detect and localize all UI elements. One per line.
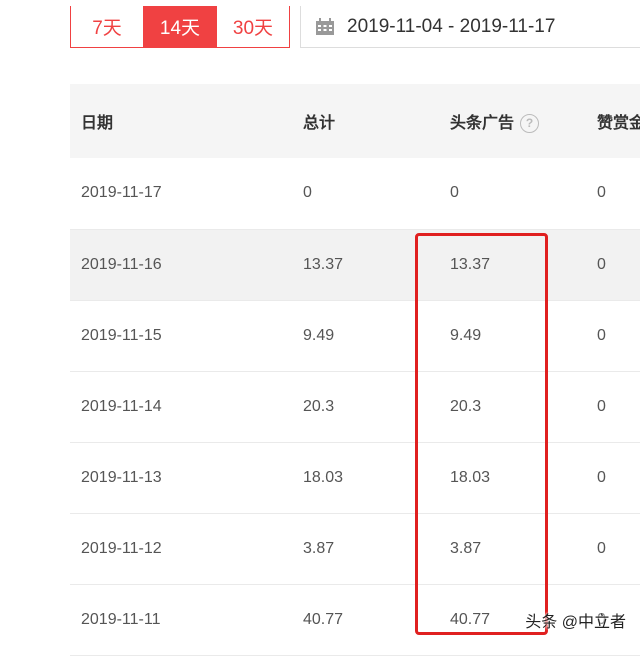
date-range-picker[interactable]: 2019-11-04 - 2019-11-17 bbox=[300, 6, 640, 48]
cell-total: 13.37 bbox=[303, 255, 344, 273]
watermark: 头条 @中立者 bbox=[525, 614, 626, 631]
question-circle-icon[interactable]: ? bbox=[520, 114, 540, 134]
cell-tip: 0 bbox=[597, 397, 606, 415]
cell-tip: 0 bbox=[597, 184, 606, 202]
cell-date: 2019-11-11 bbox=[81, 610, 161, 628]
cell-total: 40.77 bbox=[303, 610, 344, 628]
cell-total: 18.03 bbox=[303, 468, 344, 486]
range-7-days-button[interactable]: 7天 bbox=[71, 6, 143, 47]
table-header-row: 日期 总计 头条广告? 赞赏金 bbox=[70, 84, 640, 158]
cell-tip: 0 bbox=[597, 539, 606, 557]
cell-ad: 3.87 bbox=[450, 539, 482, 557]
table-row: 2019-11-15 9.49 9.49 0 bbox=[70, 300, 640, 371]
table-row: 2019-11-17 0 0 0 bbox=[70, 158, 640, 229]
range-30-days-button[interactable]: 30天 bbox=[216, 6, 289, 47]
cell-tip: 0 bbox=[597, 255, 606, 273]
range-14-days-button[interactable]: 14天 bbox=[143, 6, 216, 47]
table-row: 2019-11-16 13.37 13.37 0 bbox=[70, 229, 640, 300]
header-date: 日期 bbox=[81, 115, 114, 132]
cell-date: 2019-11-15 bbox=[81, 326, 162, 344]
header-total: 总计 bbox=[303, 115, 336, 132]
table-row: 2019-11-13 18.03 18.03 0 bbox=[70, 442, 640, 513]
cell-total: 0 bbox=[303, 184, 312, 202]
cell-total: 20.3 bbox=[303, 397, 335, 415]
cell-ad: 20.3 bbox=[450, 397, 482, 415]
cell-date: 2019-11-13 bbox=[81, 468, 162, 486]
cell-ad: 0 bbox=[450, 184, 459, 202]
table-row: 2019-11-12 3.87 3.87 0 bbox=[70, 513, 640, 584]
cell-tip: 0 bbox=[597, 468, 606, 486]
cell-ad: 18.03 bbox=[450, 468, 491, 486]
cell-date: 2019-11-16 bbox=[81, 255, 162, 273]
table-row: 2019-11-14 20.3 20.3 0 bbox=[70, 371, 640, 442]
header-ad-label: 头条广告 bbox=[450, 114, 515, 132]
cell-date: 2019-11-17 bbox=[81, 184, 162, 202]
header-tip: 赞赏金 bbox=[597, 115, 640, 132]
cell-total: 3.87 bbox=[303, 539, 335, 557]
cell-tip: 0 bbox=[597, 326, 606, 344]
range-selector: 7天 14天 30天 bbox=[70, 6, 290, 48]
header-ad: 头条广告? bbox=[439, 84, 586, 158]
date-range-value: 2019-11-04 - 2019-11-17 bbox=[347, 15, 556, 37]
cell-ad: 13.37 bbox=[450, 255, 491, 273]
cell-date: 2019-11-14 bbox=[81, 397, 162, 415]
cell-total: 9.49 bbox=[303, 326, 335, 344]
toolbar: 7天 14天 30天 2019-11-04 - 2019-11-17 bbox=[0, 0, 640, 60]
earnings-table: 日期 总计 头条广告? 赞赏金 2019-11-17 0 0 0 2019-11… bbox=[70, 84, 640, 656]
cell-date: 2019-11-12 bbox=[81, 539, 162, 557]
calendar-icon bbox=[315, 17, 335, 36]
cell-ad: 9.49 bbox=[450, 326, 482, 344]
